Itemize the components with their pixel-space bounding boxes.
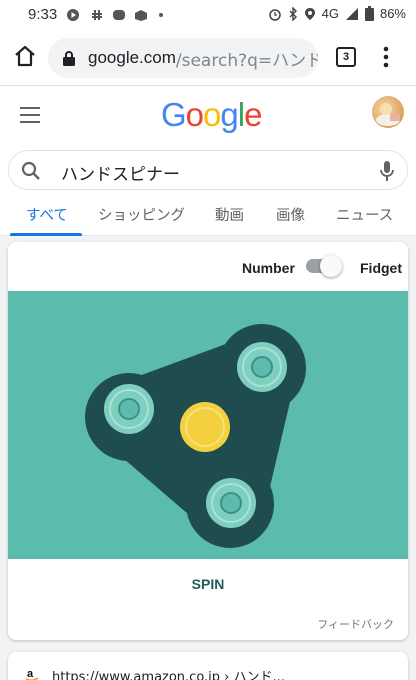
- line-notification-icon: [113, 10, 125, 20]
- amazon-favicon-icon: a: [24, 666, 40, 680]
- result-url[interactable]: https://www.amazon.co.jp › ハンド...: [52, 666, 285, 680]
- avatar[interactable]: [372, 96, 404, 128]
- bearing-top: [237, 342, 287, 392]
- search-icon[interactable]: [21, 161, 41, 181]
- tab-shopping[interactable]: ショッピング: [98, 204, 185, 225]
- app-notification-icon: [135, 10, 147, 21]
- signal-icon: [345, 7, 358, 20]
- search-bar[interactable]: ハンドスピナー: [8, 150, 408, 190]
- browser-toolbar: google.com/search?q=ハンド 3: [0, 30, 416, 86]
- fidget-spinner-card: Number Fidget SPIN フィードバック: [8, 242, 408, 640]
- url-host: google.com: [88, 48, 176, 67]
- tab-news[interactable]: ニュース: [336, 204, 393, 225]
- home-icon[interactable]: [12, 43, 38, 69]
- avatar-image: [376, 103, 400, 126]
- number-mode-label[interactable]: Number: [242, 260, 295, 276]
- spin-button[interactable]: SPIN: [8, 559, 408, 609]
- alarm-icon: [268, 8, 281, 21]
- more-vert-icon[interactable]: [378, 45, 394, 69]
- bluetooth-icon: [289, 6, 297, 21]
- bearing-left: [104, 384, 154, 434]
- google-header: Google ハンドスピナー すべて ショッピング 動画 画像 ニュース: [0, 86, 416, 236]
- center-cap: [180, 402, 230, 452]
- address-bar[interactable]: google.com/search?q=ハンド: [48, 38, 318, 78]
- status-right: 4G 86%: [268, 6, 406, 21]
- spinner-area[interactable]: [8, 291, 408, 559]
- mic-icon[interactable]: [379, 160, 395, 182]
- mode-toggle-knob[interactable]: [320, 255, 342, 277]
- more-notifications-icon: [159, 13, 163, 17]
- tab-videos[interactable]: 動画: [215, 204, 244, 225]
- media-notification-icon: [67, 9, 79, 21]
- search-input[interactable]: ハンドスピナー: [61, 160, 180, 185]
- tab-images[interactable]: 画像: [276, 204, 305, 225]
- network-type: 4G: [321, 6, 339, 21]
- bearing-bottom: [206, 478, 256, 528]
- google-logo[interactable]: Google: [161, 96, 262, 134]
- fidget-mode-label[interactable]: Fidget: [360, 260, 402, 276]
- svg-text:a: a: [27, 668, 34, 680]
- status-bar: 9:33 4G 86%: [0, 0, 416, 30]
- feedback-link[interactable]: フィードバック: [317, 616, 394, 632]
- location-icon: [304, 7, 315, 20]
- status-time: 9:33: [28, 6, 58, 23]
- tab-all[interactable]: すべて: [26, 204, 68, 225]
- battery-icon: [364, 6, 374, 21]
- search-tabs: すべて ショッピング 動画 画像 ニュース: [0, 200, 416, 236]
- lock-icon: [63, 51, 75, 66]
- url-path: /search?q=ハンド: [175, 50, 318, 71]
- fidget-spinner[interactable]: [8, 291, 408, 559]
- search-result[interactable]: a https://www.amazon.co.jp › ハンド...: [8, 652, 408, 680]
- battery-level: 86%: [379, 6, 406, 21]
- active-tab-indicator: [10, 233, 82, 236]
- menu-icon[interactable]: [20, 106, 42, 124]
- tab-switcher-button[interactable]: 3: [336, 47, 356, 67]
- slack-notification-icon: [92, 10, 102, 20]
